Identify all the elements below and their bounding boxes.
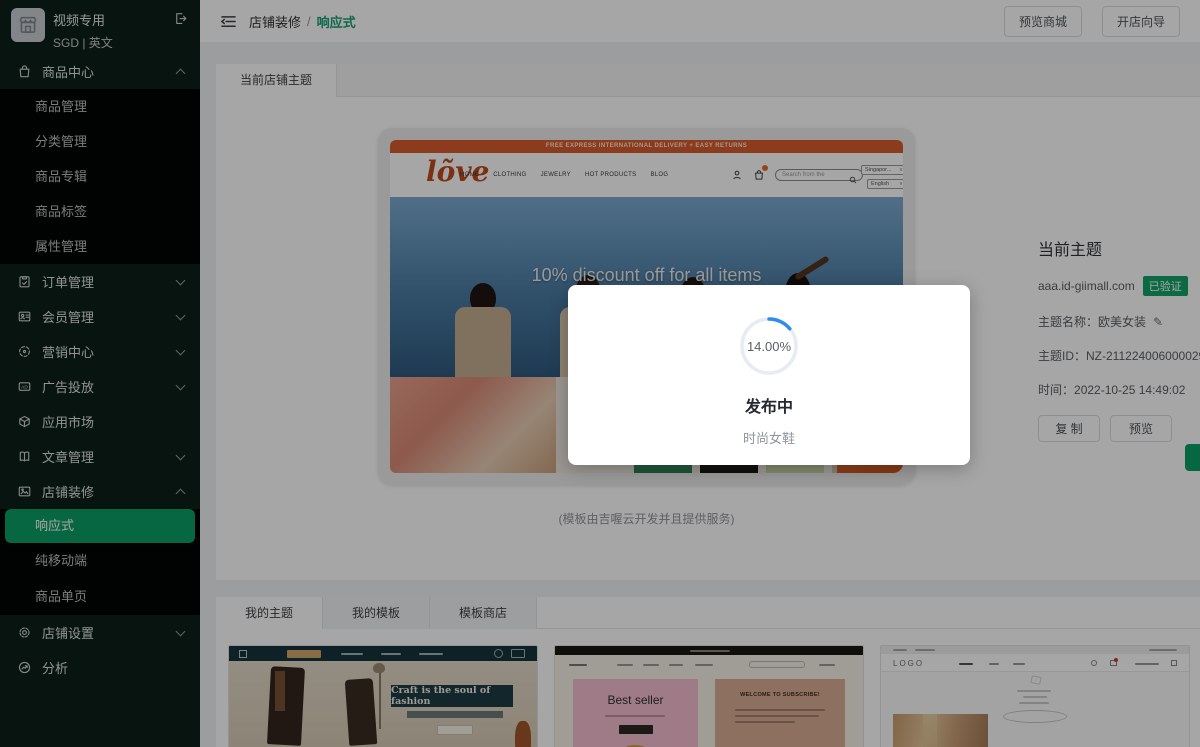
publish-progress-modal: 14.00% 发布中 时尚女鞋 <box>568 285 970 465</box>
publishing-theme-name: 时尚女鞋 <box>568 428 970 447</box>
progress-percent: 14.00% <box>738 315 800 377</box>
progress-ring: 14.00% <box>738 315 800 377</box>
screen: 视频专用 SGD | 英文 商品中心 商品管理 分类管理 商品专辑 <box>0 0 1200 747</box>
publish-status-text: 发布中 <box>568 393 970 417</box>
